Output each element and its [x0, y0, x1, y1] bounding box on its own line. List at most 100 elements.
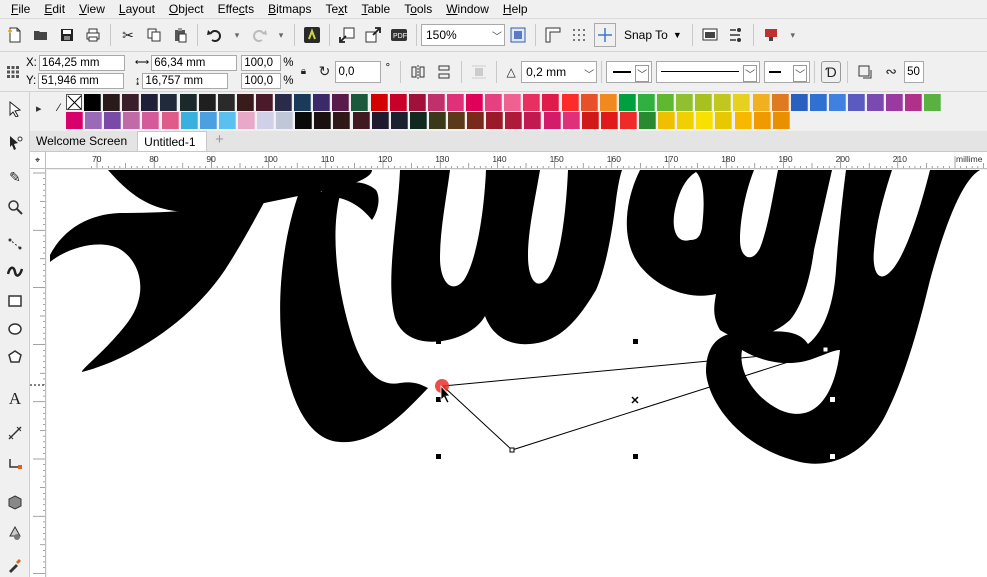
color-swatch[interactable]	[772, 112, 790, 129]
publish-pdf-icon[interactable]: PDF	[388, 23, 410, 47]
color-swatch[interactable]	[600, 112, 618, 129]
object-origin-icon[interactable]	[4, 60, 22, 84]
redo-icon[interactable]	[248, 23, 270, 47]
color-swatch[interactable]	[924, 94, 942, 111]
color-swatch[interactable]	[695, 94, 713, 111]
color-swatch[interactable]	[314, 112, 332, 129]
color-swatch[interactable]	[905, 94, 923, 111]
color-swatch[interactable]	[848, 94, 865, 111]
search-content-icon[interactable]	[301, 23, 323, 47]
color-swatch[interactable]	[123, 112, 141, 129]
color-swatch[interactable]	[867, 94, 885, 111]
parallel-dimension-tool-icon[interactable]	[4, 422, 26, 444]
menu-item[interactable]: File	[4, 0, 37, 18]
color-swatch[interactable]	[561, 94, 579, 111]
horizontal-ruler[interactable]: 70 80 90 100 110 120 130 140 150 160 170 180 190 200 2…	[30, 152, 987, 169]
full-screen-preview-icon[interactable]	[507, 23, 529, 47]
scale-x-input[interactable]: 100,0	[241, 54, 282, 71]
no-color-swatch[interactable]	[66, 94, 82, 110]
shape-tool-icon[interactable]	[4, 132, 26, 154]
export-icon[interactable]	[362, 23, 384, 47]
color-swatch[interactable]	[313, 94, 331, 111]
pick-tool-icon[interactable]	[4, 98, 26, 120]
menu-item[interactable]: Bitmaps	[261, 0, 318, 18]
outline-width-select[interactable]: 0,2 mm ﹀	[521, 60, 598, 83]
color-swatch[interactable]	[542, 94, 560, 111]
color-swatch[interactable]	[676, 94, 694, 111]
options-icon[interactable]	[725, 23, 747, 47]
show-grid-icon[interactable]	[568, 23, 590, 47]
color-swatch[interactable]	[66, 112, 83, 129]
color-swatch[interactable]	[390, 112, 408, 129]
color-swatch[interactable]	[753, 112, 771, 129]
drawing-canvas[interactable]	[47, 170, 987, 577]
ruler-origin-icon[interactable]: ⌖	[30, 152, 46, 169]
color-swatch[interactable]	[218, 112, 236, 129]
color-swatch[interactable]	[408, 94, 426, 111]
color-swatch[interactable]	[657, 94, 674, 111]
menu-item[interactable]: Window	[439, 0, 496, 18]
color-swatch[interactable]	[677, 112, 695, 129]
color-swatch[interactable]	[505, 112, 523, 129]
color-swatch[interactable]	[467, 112, 485, 129]
color-swatch[interactable]	[446, 94, 464, 111]
color-swatch[interactable]	[828, 94, 846, 111]
x-position-input[interactable]: 164,25 mm	[38, 54, 125, 71]
selection-handle[interactable]	[830, 339, 835, 344]
launcher-dropdown-icon[interactable]: ▾	[786, 23, 800, 47]
close-curve-icon[interactable]	[854, 60, 876, 84]
text-style-icon[interactable]: Ɗ	[821, 60, 842, 83]
tab-untitled-1[interactable]: Untitled-1	[137, 131, 207, 151]
open-folder-icon[interactable]	[30, 23, 52, 47]
color-swatch[interactable]	[752, 94, 770, 111]
smoothing-input[interactable]: 50	[904, 60, 925, 83]
color-swatch[interactable]	[161, 112, 179, 129]
menu-item[interactable]: Tools	[397, 0, 439, 18]
freehand-tool-icon[interactable]	[4, 232, 26, 254]
color-swatch[interactable]	[371, 112, 389, 129]
color-swatch[interactable]	[486, 112, 504, 129]
color-swatch[interactable]	[295, 112, 313, 129]
color-swatch[interactable]	[734, 112, 752, 129]
color-swatch[interactable]	[599, 94, 617, 111]
color-swatch[interactable]	[275, 94, 292, 111]
start-arrowhead-select[interactable]: ﹀	[606, 60, 653, 83]
drop-shadow-tool-icon[interactable]	[4, 492, 26, 514]
color-swatch[interactable]	[639, 112, 656, 129]
palette-eyedropper-icon[interactable]: ⁄	[58, 102, 60, 114]
color-swatch[interactable]	[427, 94, 445, 111]
color-swatch[interactable]	[580, 94, 598, 111]
color-swatch[interactable]	[809, 94, 827, 111]
import-icon[interactable]	[336, 23, 358, 47]
crop-tool-icon[interactable]: ✎	[4, 166, 26, 188]
save-icon[interactable]	[56, 23, 78, 47]
undo-dropdown-icon[interactable]: ▾	[230, 23, 244, 47]
color-swatch[interactable]	[85, 112, 103, 129]
color-swatch[interactable]	[84, 94, 101, 111]
color-swatch[interactable]	[715, 112, 733, 129]
color-swatch[interactable]	[199, 112, 217, 129]
color-swatch[interactable]	[562, 112, 580, 129]
color-swatch[interactable]	[790, 94, 808, 111]
undo-icon[interactable]	[204, 23, 226, 47]
selection-handle[interactable]	[830, 397, 835, 402]
color-swatch[interactable]	[523, 94, 541, 111]
redo-dropdown-icon[interactable]: ▾	[274, 23, 288, 47]
menu-item[interactable]: View	[72, 0, 112, 18]
show-guidelines-icon[interactable]	[594, 23, 616, 47]
selection-handle[interactable]	[436, 339, 441, 344]
new-document-icon[interactable]	[4, 23, 26, 47]
menu-item[interactable]: Effects	[211, 0, 261, 18]
add-tab-button[interactable]: +	[207, 131, 233, 151]
color-swatch[interactable]	[466, 94, 483, 111]
color-swatch[interactable]	[886, 94, 904, 111]
mirror-vertical-icon[interactable]	[433, 60, 455, 84]
polygon-tool-icon[interactable]	[4, 346, 26, 368]
color-swatch[interactable]	[619, 112, 637, 129]
show-rulers-icon[interactable]	[542, 23, 564, 47]
color-swatch[interactable]	[352, 112, 370, 129]
color-swatch[interactable]	[294, 94, 312, 111]
color-swatch[interactable]	[409, 112, 427, 129]
tab-welcome-screen[interactable]: Welcome Screen	[30, 131, 137, 151]
palette-scroll-icon[interactable]: ▸	[36, 102, 42, 115]
